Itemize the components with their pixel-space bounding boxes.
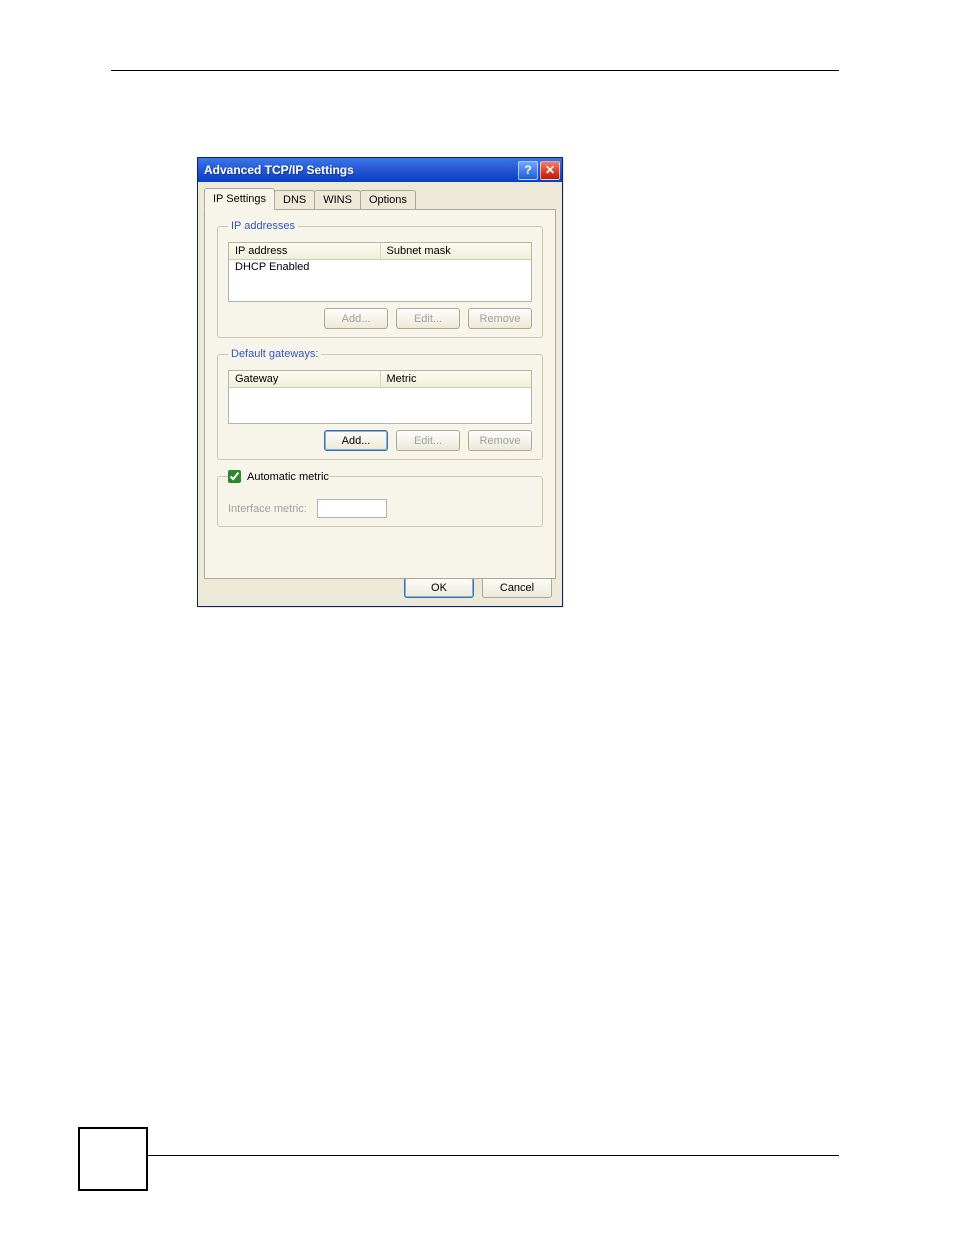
help-icon: ?: [524, 164, 531, 176]
gateways-legend: Default gateways:: [228, 348, 321, 360]
ip-addresses-group: IP addresses IP address Subnet mask DHCP…: [217, 220, 543, 338]
cancel-button[interactable]: Cancel: [482, 577, 552, 598]
gw-add-button[interactable]: Add...: [324, 430, 388, 451]
ip-add-button[interactable]: Add...: [324, 308, 388, 329]
interface-metric-label: Interface metric:: [228, 503, 307, 515]
ip-addresses-legend: IP addresses: [228, 220, 298, 232]
tab-ip-settings[interactable]: IP Settings: [204, 188, 275, 210]
ip-buttons-row: Add... Edit... Remove: [228, 308, 532, 329]
gw-buttons-row: Add... Edit... Remove: [228, 430, 532, 451]
gw-list-header: Gateway Metric: [229, 371, 531, 388]
tab-wins[interactable]: WINS: [314, 190, 361, 209]
ip-edit-button[interactable]: Edit...: [396, 308, 460, 329]
ip-col-subnet[interactable]: Subnet mask: [381, 243, 532, 259]
close-button[interactable]: ✕: [540, 161, 560, 180]
tab-dns[interactable]: DNS: [274, 190, 315, 209]
gateways-list[interactable]: Gateway Metric: [228, 370, 532, 424]
dialog-action-buttons: OK Cancel: [404, 577, 552, 598]
gw-edit-button[interactable]: Edit...: [396, 430, 460, 451]
ip-col-address[interactable]: IP address: [229, 243, 381, 259]
ip-row-dhcp[interactable]: DHCP Enabled: [235, 261, 525, 273]
dialog-title: Advanced TCP/IP Settings: [204, 163, 516, 177]
ip-addresses-list[interactable]: IP address Subnet mask DHCP Enabled: [228, 242, 532, 302]
page-number-box: [78, 1127, 148, 1191]
advanced-tcpip-dialog: Advanced TCP/IP Settings ? ✕ IP Settings…: [197, 157, 563, 607]
ip-remove-button[interactable]: Remove: [468, 308, 532, 329]
page-header-rule: [111, 70, 839, 71]
automatic-metric-label[interactable]: Automatic metric: [247, 471, 329, 483]
ok-button[interactable]: OK: [404, 577, 474, 598]
interface-metric-input[interactable]: [317, 499, 387, 518]
gateways-group: Default gateways: Gateway Metric Add... …: [217, 348, 543, 460]
gw-remove-button[interactable]: Remove: [468, 430, 532, 451]
interface-metric-row: Interface metric:: [228, 499, 532, 518]
tab-options[interactable]: Options: [360, 190, 416, 209]
gw-col-metric[interactable]: Metric: [381, 371, 532, 387]
gw-col-gateway[interactable]: Gateway: [229, 371, 381, 387]
ip-list-header: IP address Subnet mask: [229, 243, 531, 260]
tabstrip: IP Settings DNS WINS Options: [204, 188, 556, 209]
page-footer-rule: [111, 1155, 839, 1156]
gw-list-body: [229, 388, 531, 390]
close-icon: ✕: [545, 164, 555, 176]
help-button[interactable]: ?: [518, 161, 538, 180]
dialog-client: IP Settings DNS WINS Options IP addresse…: [198, 182, 562, 606]
tab-panel-ip-settings: IP addresses IP address Subnet mask DHCP…: [204, 209, 556, 579]
metric-group: Automatic metric Interface metric:: [217, 470, 543, 527]
titlebar[interactable]: Advanced TCP/IP Settings ? ✕: [198, 158, 562, 182]
automatic-metric-checkbox[interactable]: [228, 470, 241, 483]
ip-list-body: DHCP Enabled: [229, 260, 531, 274]
